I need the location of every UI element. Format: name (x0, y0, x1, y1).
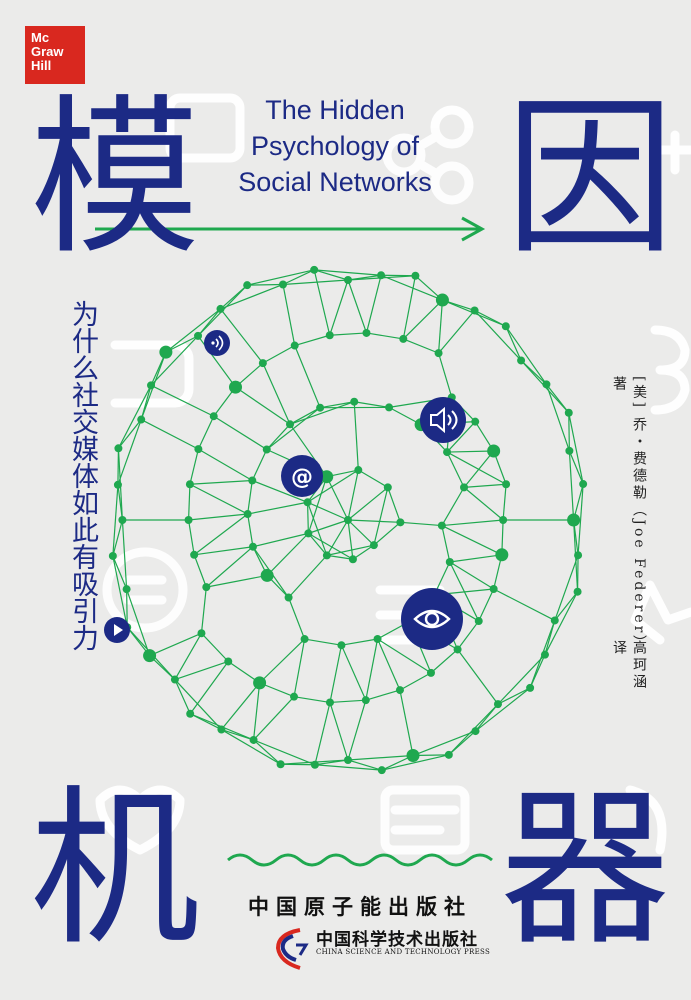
press-logo-icon (275, 928, 309, 970)
book-cover: @ Mc Graw Hill The Hidden Psychology of … (0, 0, 691, 1000)
press-english-name: CHINA SCIENCE AND TECHNOLOGY PRESS (316, 948, 491, 956)
press-chinese-name: 中国科学技术出版社 (316, 930, 478, 950)
